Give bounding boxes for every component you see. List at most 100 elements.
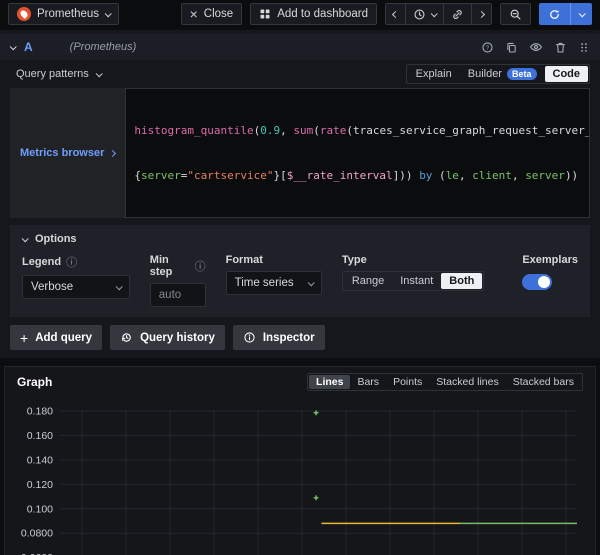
query-help-button[interactable]: ? [481, 41, 494, 54]
option-both[interactable]: Both [441, 273, 482, 289]
svg-text:0.140: 0.140 [27, 454, 53, 466]
svg-text:0.120: 0.120 [27, 479, 53, 491]
option-explain[interactable]: Explain [408, 66, 460, 82]
prometheus-logo-icon [17, 7, 31, 21]
chevron-down-icon [307, 279, 314, 286]
zoom-out-icon [509, 8, 522, 21]
info-icon[interactable]: ⓘ [195, 258, 206, 274]
inspector-label: Inspector [263, 332, 315, 344]
legend-select-value: Verbose [31, 281, 73, 293]
datasource-name: Prometheus [37, 8, 99, 20]
query-history-button[interactable]: Query history [110, 325, 225, 350]
type-field: Type RangeInstantBoth [342, 254, 485, 307]
promql-line-1: histogram_quantile(0.9, sum(rate(traces_… [134, 123, 581, 138]
history-icon [120, 331, 133, 344]
promql-query-input[interactable]: histogram_quantile(0.9, sum(rate(traces_… [125, 88, 590, 218]
graph-panel: Graph Lines BarsPointsStacked lines Stacke… [4, 366, 596, 555]
query-row-header: A (Prometheus) ? [0, 34, 600, 60]
format-select-value: Time series [235, 277, 294, 289]
hide-query-button[interactable] [529, 40, 543, 54]
close-icon: × [190, 7, 198, 21]
option-label: Builder [468, 68, 502, 80]
toolbar-actions: × Close Add to dashboard [181, 3, 592, 25]
svg-text:0.0800: 0.0800 [21, 528, 53, 540]
query-row-actions: ? [481, 40, 590, 54]
plus-icon: + [20, 331, 28, 345]
refresh-interval-button[interactable] [570, 3, 592, 25]
format-field: Format Time series [226, 254, 322, 307]
share-link-button[interactable] [444, 4, 472, 24]
duplicate-query-button[interactable] [505, 41, 518, 54]
query-history-label: Query history [140, 332, 215, 344]
close-label: Close [204, 8, 233, 20]
option-stacked-lines[interactable]: Stacked lines [429, 375, 505, 389]
add-query-label: Add query [35, 332, 92, 344]
query-patterns-label: Query patterns [16, 68, 89, 80]
exemplars-field: Exemplars [522, 254, 578, 307]
time-back-button[interactable] [386, 4, 406, 24]
time-picker-button[interactable] [406, 4, 444, 24]
option-lines[interactable]: Lines [309, 375, 350, 389]
query-type-toggle: RangeInstantBoth [342, 271, 485, 291]
editor-mode-toggle: Explain Builder Beta Code [406, 64, 590, 84]
add-query-button[interactable]: + Add query [10, 325, 102, 350]
trash-icon [554, 41, 567, 54]
close-button[interactable]: × Close [181, 3, 243, 25]
exemplars-toggle[interactable] [522, 274, 552, 290]
query-patterns-button[interactable]: Query patterns [10, 64, 107, 84]
svg-text:0.160: 0.160 [27, 430, 53, 442]
graph-title: Graph [17, 375, 52, 389]
query-editor-section: A (Prometheus) ? [0, 30, 600, 358]
option-points[interactable]: Points [386, 375, 429, 389]
chevron-right-icon [478, 10, 485, 17]
min-step-input[interactable] [150, 283, 206, 307]
option-builder[interactable]: Builder Beta [460, 66, 545, 82]
chevron-down-icon [22, 235, 29, 242]
type-label: Type [342, 254, 367, 266]
link-icon [451, 8, 464, 21]
drag-handle-icon[interactable] [578, 41, 590, 54]
apps-grid-icon [259, 8, 271, 20]
option-label: Stacked bars [513, 376, 574, 388]
zoom-out-button[interactable] [500, 3, 531, 25]
chevron-down-icon [105, 10, 112, 17]
promql-editor-row: Metrics browser histogram_quantile(0.9, … [10, 88, 590, 218]
option-label: Explain [416, 68, 452, 80]
option-label: Lines [316, 376, 343, 388]
toggle-knob [538, 276, 550, 288]
add-to-dashboard-button[interactable]: Add to dashboard [250, 3, 377, 25]
collapse-query-icon[interactable] [10, 43, 17, 50]
options-panel: Options Legendⓘ Verbose Min stepⓘ Format… [10, 225, 590, 317]
datasource-picker[interactable]: Prometheus [8, 3, 119, 25]
remove-query-button[interactable] [554, 41, 567, 54]
time-forward-button[interactable] [472, 4, 491, 24]
explore-toolbar: Prometheus × Close Add to dashboard [0, 0, 600, 28]
svg-text:0.180: 0.180 [27, 406, 53, 418]
patterns-row: Query patterns Explain Builder Beta Code [0, 60, 600, 86]
option-bars[interactable]: Bars [350, 375, 386, 389]
time-series-chart[interactable]: 00.02000.04000.06000.08000.1000.1200.140… [5, 395, 595, 555]
option-code[interactable]: Code [545, 66, 589, 82]
metrics-browser-button[interactable]: Metrics browser [10, 88, 125, 218]
legend-option-label: Legend [22, 256, 61, 268]
format-select[interactable]: Time series [226, 271, 322, 295]
graph-header: Graph Lines BarsPointsStacked lines Stacke… [5, 367, 595, 393]
option-range[interactable]: Range [344, 273, 392, 289]
inspector-button[interactable]: Inspector [233, 325, 325, 350]
svg-text:0.100: 0.100 [27, 503, 53, 515]
chevron-down-icon [579, 10, 586, 17]
refresh-icon [548, 8, 561, 21]
time-controls-group [385, 3, 492, 25]
option-instant[interactable]: Instant [392, 273, 441, 289]
svg-text:?: ? [486, 45, 489, 51]
info-icon[interactable]: ⓘ [66, 254, 77, 270]
legend-select[interactable]: Verbose [22, 275, 130, 299]
options-fields: Legendⓘ Verbose Min stepⓘ Format Time se… [22, 254, 578, 307]
run-query-button[interactable] [539, 3, 570, 25]
options-collapse-header[interactable]: Options [22, 233, 578, 245]
chevron-down-icon [431, 10, 438, 17]
legend-field: Legend ⓘ Verbose [22, 254, 130, 307]
beta-badge: Beta [507, 68, 537, 80]
chevron-right-icon [109, 149, 116, 156]
option-stacked-bars[interactable]: Stacked bars [506, 375, 581, 389]
